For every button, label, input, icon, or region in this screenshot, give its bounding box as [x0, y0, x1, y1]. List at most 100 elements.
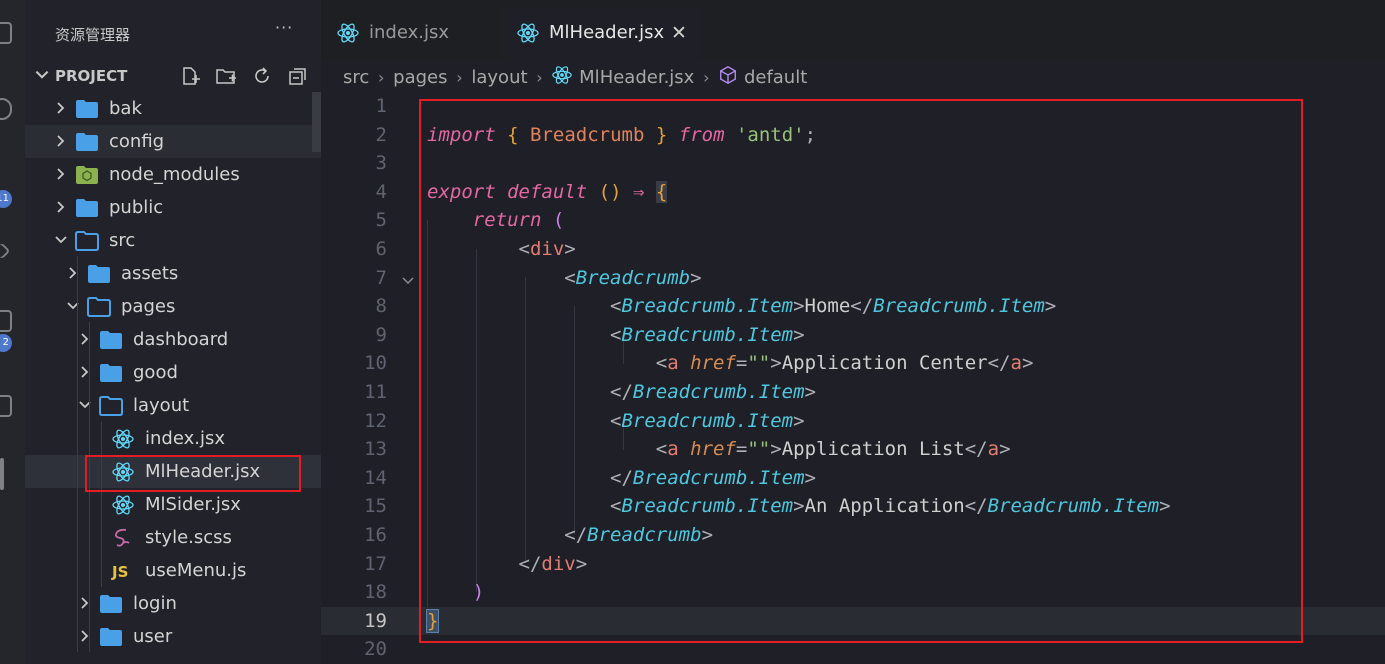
chevron-right-icon: › [536, 68, 543, 87]
folder-icon [99, 594, 123, 614]
chevron-right-icon[interactable] [53, 133, 69, 149]
folder-icon [99, 363, 123, 383]
tree-item-label: src [109, 230, 136, 251]
chevron-right-icon: › [378, 68, 385, 87]
refresh-icon[interactable] [251, 65, 273, 87]
react-icon [517, 23, 539, 43]
tree-item-user[interactable]: user [25, 620, 321, 653]
tree-item-config[interactable]: config [25, 125, 321, 158]
code-line: 17 </div> [364, 552, 588, 575]
search-icon[interactable] [0, 98, 12, 120]
code-line: 16 </Breadcrumb> [364, 524, 714, 546]
chevron-right-icon[interactable] [77, 331, 93, 347]
tree-item-mlsider-jsx[interactable]: MlSider.jsx [25, 488, 321, 521]
chevron-right-icon[interactable] [53, 100, 69, 116]
explorer-icon[interactable] [0, 22, 12, 44]
run-debug-icon[interactable] [0, 242, 11, 260]
tree-item-src[interactable]: src [25, 224, 321, 257]
folder-icon [99, 627, 123, 647]
tab-bar: index.jsx MlHeader.jsx ✕ [321, 0, 1385, 60]
folder-icon [87, 264, 111, 284]
breadcrumb-symbol[interactable]: default [744, 67, 807, 88]
react-icon [551, 64, 573, 91]
code-line: 18 ) [364, 581, 485, 604]
editor-area: index.jsx MlHeader.jsx ✕ src › pages › l… [321, 0, 1385, 664]
explorer-title: 资源管理器 [55, 26, 131, 44]
tree-item-layout[interactable]: layout [25, 389, 321, 422]
tree-item-index-jsx[interactable]: index.jsx [25, 422, 321, 455]
breadcrumb: src › pages › layout › MlHeader.jsx › de… [343, 64, 807, 90]
chevron-down-icon[interactable] [77, 397, 93, 413]
breadcrumb-pages[interactable]: pages [393, 67, 447, 88]
tree-item-pages[interactable]: pages [25, 290, 321, 323]
tree-item-style-scss[interactable]: style.scss [25, 521, 321, 554]
tree-item-node-modules[interactable]: node_modules [25, 158, 321, 191]
chevron-down-icon[interactable] [53, 232, 69, 248]
new-folder-icon[interactable] [215, 65, 237, 87]
remote-explorer-icon[interactable] [0, 395, 12, 417]
close-icon[interactable]: ✕ [671, 22, 687, 44]
code-line: 5 return ( [375, 209, 565, 232]
breadcrumb-layout[interactable]: layout [471, 67, 527, 88]
tree-indent-guide [101, 422, 102, 587]
new-file-icon[interactable] [179, 65, 201, 87]
code-editor[interactable]: 1 2 import { Breadcrumb } from 'antd'; 3 … [321, 92, 1385, 664]
tree-item-label: good [133, 362, 178, 383]
tree-item-label: pages [121, 296, 176, 317]
tree-item-label: user [133, 626, 173, 647]
folder-icon [75, 198, 99, 218]
tree-item-label: layout [133, 395, 190, 416]
tab-index-jsx[interactable]: index.jsx [321, 8, 499, 58]
node-modules-folder-icon [75, 165, 99, 185]
tree-item-label: assets [121, 263, 179, 284]
code-line: 2 import { Breadcrumb } from 'antd'; [375, 123, 817, 146]
chevron-down-icon[interactable] [65, 298, 81, 314]
folder-icon [99, 396, 123, 416]
code-line: 12 <Breadcrumb.Item> [364, 409, 805, 432]
tree-item-dashboard[interactable]: dashboard [25, 323, 321, 356]
fold-chevron-icon[interactable] [399, 273, 417, 289]
chevron-right-icon: › [456, 68, 463, 87]
breadcrumb-file[interactable]: MlHeader.jsx [579, 67, 694, 88]
extensions-badge: 2 [0, 334, 12, 352]
tree-item-label: useMenu.js [145, 560, 247, 581]
tree-item-login[interactable]: login [25, 587, 321, 620]
chevron-right-icon[interactable] [65, 265, 81, 281]
chevron-right-icon[interactable] [77, 595, 93, 611]
code-line: 1 [375, 95, 387, 117]
tree-item-label: public [109, 197, 164, 218]
tab-mlheader-jsx[interactable]: MlHeader.jsx ✕ [501, 8, 701, 58]
react-icon [111, 493, 135, 515]
chevron-right-icon[interactable] [53, 166, 69, 182]
tree-item-public[interactable]: public [25, 191, 321, 224]
react-icon [337, 23, 359, 43]
folder-icon [75, 132, 99, 152]
code-line: 14 </Breadcrumb.Item> [364, 466, 816, 489]
chevron-right-icon[interactable] [53, 199, 69, 215]
tree-item-usemenu-js[interactable]: JS useMenu.js [25, 554, 321, 587]
breadcrumb-src[interactable]: src [343, 67, 369, 88]
code-line: 11 </Breadcrumb.Item> [364, 381, 816, 403]
tree-item-bak[interactable]: bak [25, 92, 321, 125]
symbol-cube-icon [718, 65, 738, 90]
project-section-header[interactable]: PROJECT [25, 62, 321, 90]
code-line: 20 [364, 638, 387, 661]
tree-item-label: style.scss [145, 527, 232, 548]
more-actions-icon[interactable]: ··· [275, 18, 293, 37]
code-line: 13 <a href="">Application List</a> [364, 438, 1011, 461]
sidebar-scrollbar[interactable] [312, 92, 321, 152]
tree-item-good[interactable]: good [25, 356, 321, 389]
chevron-right-icon[interactable] [77, 628, 93, 644]
tree-item-label: login [133, 593, 177, 614]
tree-item-assets[interactable]: assets [25, 257, 321, 290]
folder-icon [75, 99, 99, 119]
extensions-icon[interactable] [0, 310, 12, 332]
code-line: 10 <a href="">Application Center</a> [364, 352, 1034, 375]
code-line: 4 export default () ⇒ { [375, 180, 668, 203]
collapse-all-icon[interactable] [287, 65, 309, 87]
chevron-right-icon[interactable] [77, 364, 93, 380]
code-line: 6 <div> [375, 238, 576, 260]
code-line: 3 [375, 152, 387, 175]
folder-icon [99, 330, 123, 350]
sass-icon [111, 526, 135, 547]
